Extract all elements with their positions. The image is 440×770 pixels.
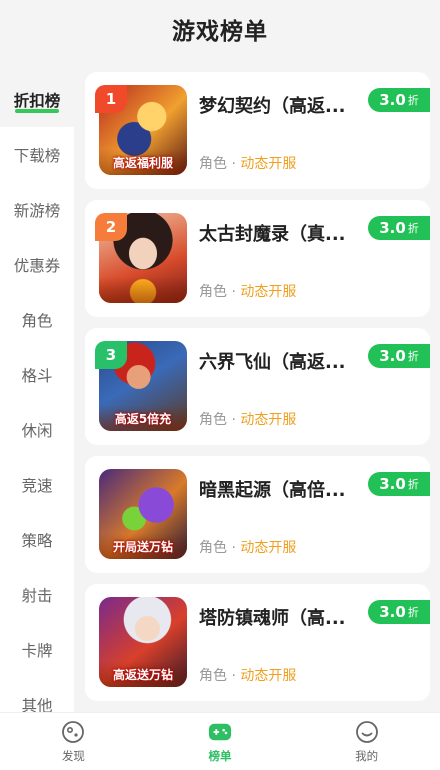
sidebar-item-downloads[interactable]: 下载榜 <box>0 127 74 182</box>
sidebar-item-casual[interactable]: 休闲 <box>0 402 74 457</box>
tab-label: 榜单 <box>208 748 232 763</box>
meta-separator: · <box>227 284 241 300</box>
discount-value: 3.0 <box>379 219 406 237</box>
game-category: 角色 <box>199 284 227 300</box>
sidebar-item-label: 策略 <box>21 531 53 550</box>
meta-separator: · <box>227 412 241 428</box>
profile-icon <box>355 720 379 744</box>
game-title: 六界飞仙（高返... <box>199 352 346 373</box>
game-card[interactable]: 2 太古封魔录（真... 角色 · 动态开服 3.0 折 <box>85 200 430 317</box>
tab-label: 我的 <box>355 748 379 763</box>
game-meta: 角色 · 动态开服 <box>199 153 296 173</box>
server-tag: 动态开服 <box>240 540 297 556</box>
sidebar-item-label: 射击 <box>21 586 53 605</box>
game-title: 暗黑起源（高倍... <box>199 480 346 501</box>
top-bar: 游戏榜单 <box>0 0 440 58</box>
discount-badge: 3.0 折 <box>368 216 430 240</box>
sidebar-item-label: 卡牌 <box>21 641 53 660</box>
sidebar-item-label: 折扣榜 <box>13 91 61 110</box>
game-list: 高返福利服 1 梦幻契约（高返... 角色 · 动态开服 3.0 折 2 太古封魔… <box>85 72 430 712</box>
discount-badge: 3.0 折 <box>368 344 430 368</box>
discount-unit: 折 <box>407 222 419 235</box>
sidebar-item-discount[interactable]: 折扣榜 <box>0 72 74 127</box>
thumbnail-banner: 高返送万钻 <box>99 661 187 687</box>
sidebar-item-fighting[interactable]: 格斗 <box>0 347 74 402</box>
server-tag: 动态开服 <box>240 668 297 684</box>
discount-value: 3.0 <box>379 475 406 493</box>
sidebar-item-label: 格斗 <box>21 366 53 385</box>
discover-icon <box>61 720 85 744</box>
game-card[interactable]: 高返福利服 1 梦幻契约（高返... 角色 · 动态开服 3.0 折 <box>85 72 430 189</box>
meta-separator: · <box>227 156 241 172</box>
thumbnail-banner: 高返5倍充 <box>99 405 187 431</box>
page-title: 游戏榜单 <box>172 19 268 45</box>
discount-value: 3.0 <box>379 603 406 621</box>
sidebar-item-label: 休闲 <box>21 421 53 440</box>
sidebar-item-cards[interactable]: 卡牌 <box>0 622 74 677</box>
sidebar-item-label: 优惠券 <box>13 256 61 275</box>
discount-value: 3.0 <box>379 91 406 109</box>
game-title: 塔防镇魂师（高... <box>199 608 346 629</box>
game-meta: 角色 · 动态开服 <box>199 665 296 685</box>
game-card[interactable]: 高返5倍充 3 六界飞仙（高返... 角色 · 动态开服 3.0 折 <box>85 328 430 445</box>
game-meta: 角色 · 动态开服 <box>199 409 296 429</box>
game-title: 太古封魔录（真... <box>199 224 346 245</box>
sidebar-item-role[interactable]: 角色 <box>0 292 74 347</box>
sidebar-item-coupons[interactable]: 优惠券 <box>0 237 74 292</box>
tab-label: 发现 <box>61 748 85 763</box>
tab-discover[interactable]: 发现 <box>0 713 147 770</box>
sidebar-item-other[interactable]: 其他 <box>0 677 74 712</box>
discount-badge: 3.0 折 <box>368 88 430 112</box>
thumbnail-banner: 高返福利服 <box>99 149 187 175</box>
game-thumbnail: 开局送万钻 <box>99 469 187 559</box>
tab-profile[interactable]: 我的 <box>293 713 440 770</box>
rank-badge: 1 <box>95 85 127 113</box>
tab-ranking[interactable]: 榜单 <box>147 713 294 770</box>
game-category: 角色 <box>199 156 227 172</box>
game-card[interactable]: 开局送万钻 暗黑起源（高倍... 角色 · 动态开服 3.0 折 <box>85 456 430 573</box>
rank-badge: 3 <box>95 341 127 369</box>
game-title: 梦幻契约（高返... <box>199 96 346 117</box>
game-card[interactable]: 高返送万钻 塔防镇魂师（高... 角色 · 动态开服 3.0 折 <box>85 584 430 701</box>
rank-badge: 2 <box>95 213 127 241</box>
sidebar-item-shooting[interactable]: 射击 <box>0 567 74 622</box>
thumbnail-banner <box>99 277 187 303</box>
game-meta: 角色 · 动态开服 <box>199 281 296 301</box>
sidebar-item-label: 其他 <box>21 696 53 713</box>
game-meta: 角色 · 动态开服 <box>199 537 296 557</box>
server-tag: 动态开服 <box>240 412 297 428</box>
sidebar-item-label: 角色 <box>21 311 53 330</box>
sidebar-item-label: 竞速 <box>21 476 53 495</box>
category-sidebar: 折扣榜 下载榜 新游榜 优惠券 角色 格斗 休闲 竞速 策略 射击 卡牌 其他 <box>0 72 74 712</box>
game-category: 角色 <box>199 540 227 556</box>
discount-value: 3.0 <box>379 347 406 365</box>
sidebar-item-label: 新游榜 <box>13 201 61 220</box>
server-tag: 动态开服 <box>240 156 297 172</box>
ranking-icon <box>208 720 232 744</box>
discount-unit: 折 <box>407 478 419 491</box>
meta-separator: · <box>227 668 241 684</box>
discount-unit: 折 <box>407 94 419 107</box>
discount-unit: 折 <box>407 606 419 619</box>
sidebar-item-strategy[interactable]: 策略 <box>0 512 74 567</box>
thumbnail-banner: 开局送万钻 <box>99 533 187 559</box>
discount-unit: 折 <box>407 350 419 363</box>
bottom-tab-bar: 发现 榜单 我的 <box>0 712 440 770</box>
server-tag: 动态开服 <box>240 284 297 300</box>
game-category: 角色 <box>199 412 227 428</box>
sidebar-item-label: 下载榜 <box>13 146 61 165</box>
sidebar-item-racing[interactable]: 竞速 <box>0 457 74 512</box>
game-thumbnail: 高返送万钻 <box>99 597 187 687</box>
discount-badge: 3.0 折 <box>368 472 430 496</box>
sidebar-item-new[interactable]: 新游榜 <box>0 182 74 237</box>
discount-badge: 3.0 折 <box>368 600 430 624</box>
meta-separator: · <box>227 540 241 556</box>
game-category: 角色 <box>199 668 227 684</box>
